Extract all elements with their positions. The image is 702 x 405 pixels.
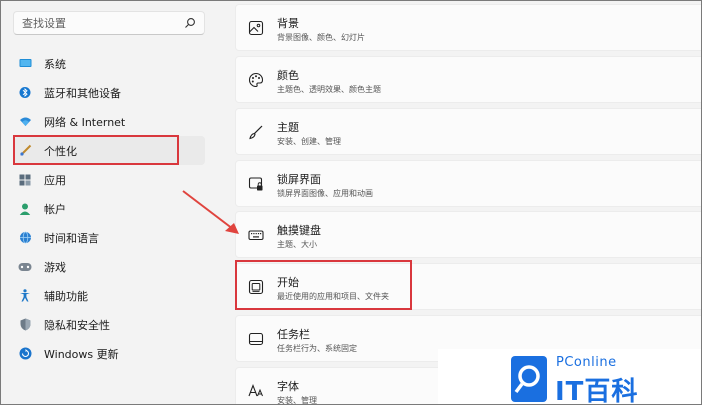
magnifier-logo-icon	[511, 356, 547, 402]
sidebar-item-bluetooth[interactable]: 蓝牙和其他设备	[15, 78, 205, 107]
font-icon	[248, 383, 263, 397]
card-colors[interactable]: 颜色 主题色、透明效果、颜色主题	[235, 56, 701, 103]
lock-screen-icon	[248, 177, 263, 191]
sidebar-item-label: 网络 & Internet	[44, 115, 126, 129]
card-touch-keyboard[interactable]: 触摸键盘 主题、大小	[235, 211, 701, 258]
annotation-arrow-icon	[182, 190, 239, 234]
sidebar-item-label: 游戏	[44, 260, 66, 274]
taskbar-icon	[248, 332, 264, 346]
palette-icon	[248, 72, 264, 88]
image-icon	[248, 20, 264, 36]
sidebar-item-system[interactable]: 系统	[15, 49, 205, 78]
card-lock-screen[interactable]: 锁屏界面 锁屏界面图像、应用和动画	[235, 160, 701, 207]
card-title: 颜色	[277, 69, 299, 82]
search-box[interactable]	[13, 11, 205, 35]
card-title: 锁屏界面	[277, 173, 321, 186]
sidebar-item-label: 辅助功能	[44, 289, 88, 303]
card-title: 触摸键盘	[277, 224, 321, 237]
personalization-list: 背景 背景图像、颜色、幻灯片 颜色 主题色、透明效果、颜色主题 主题 安装、创建…	[235, 1, 701, 405]
card-subtitle: 安装、创建、管理	[277, 137, 341, 146]
sidebar-item-label: Windows 更新	[44, 347, 119, 361]
card-subtitle: 安装、管理	[277, 396, 317, 405]
watermark-name: IT百科	[555, 377, 639, 405]
highlight-box-sidebar	[13, 135, 179, 165]
brush-icon	[249, 125, 263, 140]
update-icon	[18, 347, 32, 361]
monitor-icon	[18, 57, 32, 71]
gamepad-icon	[18, 260, 32, 274]
watermark-brand: PConline	[556, 355, 617, 370]
sidebar-item-label: 时间和语言	[44, 231, 99, 245]
sidebar-item-label: 帐户	[44, 202, 66, 216]
sidebar-item-label: 蓝牙和其他设备	[44, 86, 121, 100]
bluetooth-icon	[18, 86, 32, 100]
sidebar-item-label: 系统	[44, 57, 66, 71]
sidebar-item-accessibility[interactable]: 辅助功能	[15, 281, 205, 310]
sidebar-item-gaming[interactable]: 游戏	[15, 252, 205, 281]
shield-icon	[18, 318, 32, 332]
search-icon[interactable]	[184, 17, 196, 29]
sidebar-item-network[interactable]: 网络 & Internet	[15, 107, 205, 136]
card-subtitle: 主题色、透明效果、颜色主题	[277, 85, 381, 94]
highlight-box-start	[235, 260, 412, 310]
card-title: 背景	[277, 17, 299, 30]
person-icon	[18, 202, 32, 216]
card-title: 字体	[277, 380, 299, 393]
card-subtitle: 任务栏行为、系统固定	[277, 344, 357, 353]
keyboard-icon	[248, 230, 264, 241]
card-background[interactable]: 背景 背景图像、颜色、幻灯片	[235, 4, 701, 51]
sidebar-item-label: 应用	[44, 173, 66, 187]
globe-clock-icon	[18, 231, 32, 245]
apps-icon	[18, 173, 32, 187]
settings-window: 系统 蓝牙和其他设备 网络 & Internet 个性化	[0, 0, 702, 405]
wifi-icon	[18, 115, 32, 129]
watermark: PConline IT百科	[438, 349, 701, 405]
card-title: 主题	[277, 121, 299, 134]
search-input[interactable]	[14, 12, 182, 34]
sidebar-item-label: 隐私和安全性	[44, 318, 110, 332]
sidebar-item-privacy[interactable]: 隐私和安全性	[15, 310, 205, 339]
card-subtitle: 背景图像、颜色、幻灯片	[277, 33, 365, 42]
card-subtitle: 锁屏界面图像、应用和动画	[277, 189, 373, 198]
card-title: 任务栏	[277, 328, 310, 341]
accessibility-icon	[18, 289, 32, 303]
card-subtitle: 主题、大小	[277, 240, 317, 249]
card-themes[interactable]: 主题 安装、创建、管理	[235, 108, 701, 155]
sidebar-item-windows-update[interactable]: Windows 更新	[15, 339, 205, 368]
